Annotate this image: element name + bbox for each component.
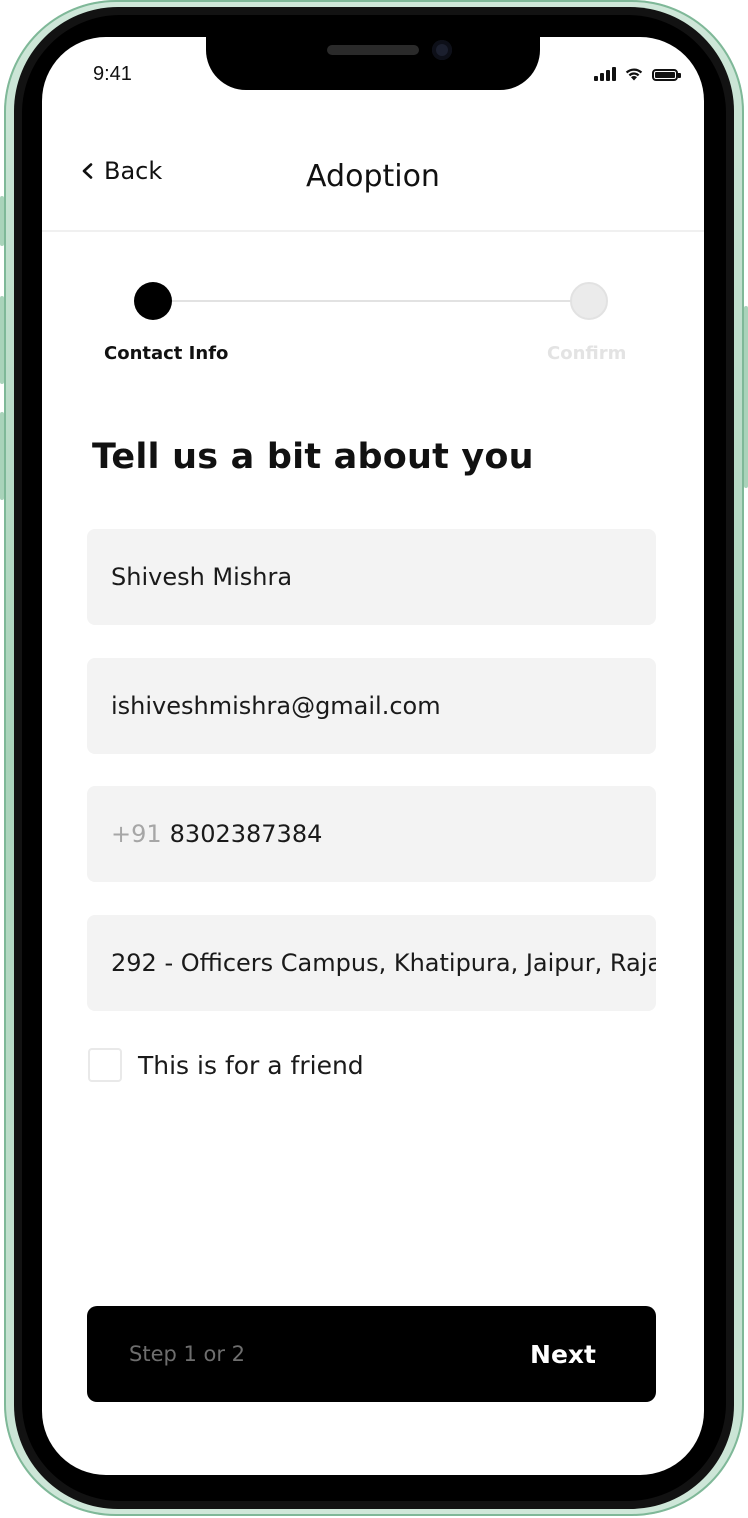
email-field[interactable]: ishiveshmishra@gmail.com bbox=[87, 658, 656, 754]
step-contact-info-label: Contact Info bbox=[104, 343, 229, 364]
cellular-signal-icon bbox=[594, 65, 616, 81]
notch bbox=[206, 37, 540, 90]
status-icons bbox=[594, 65, 681, 81]
step-confirm-indicator bbox=[570, 282, 608, 320]
phone-power-button bbox=[744, 306, 748, 488]
speaker-grille bbox=[327, 45, 419, 55]
stepper-track bbox=[172, 300, 584, 302]
next-button[interactable]: Step 1 or 2 Next bbox=[87, 1306, 656, 1402]
nav-divider bbox=[42, 230, 704, 232]
step-progress-text: Step 1 or 2 bbox=[129, 1342, 246, 1366]
address-value: 292 - Officers Campus, Khatipura, Jaipur… bbox=[111, 949, 656, 977]
battery-icon bbox=[652, 69, 681, 81]
step-confirm-label: Confirm bbox=[547, 343, 627, 364]
friend-checkbox-row[interactable]: This is for a friend bbox=[88, 1048, 364, 1082]
next-label: Next bbox=[530, 1339, 596, 1369]
phone-screen: 9:41 Back Adoption Contact Info Confirm … bbox=[42, 37, 704, 1475]
form-heading: Tell us a bit about you bbox=[92, 437, 534, 477]
friend-checkbox[interactable] bbox=[88, 1048, 122, 1082]
step-contact-info-indicator bbox=[134, 282, 172, 320]
friend-checkbox-label: This is for a friend bbox=[138, 1050, 364, 1080]
name-value: Shivesh Mishra bbox=[111, 563, 293, 591]
phone-field[interactable]: +91 8302387384 bbox=[87, 786, 656, 882]
country-code-prefix: +91 bbox=[111, 820, 162, 848]
name-field[interactable]: Shivesh Mishra bbox=[87, 529, 656, 625]
page-title: Adoption bbox=[306, 159, 440, 194]
front-camera bbox=[432, 40, 452, 60]
status-time: 9:41 bbox=[93, 63, 132, 85]
address-field[interactable]: 292 - Officers Campus, Khatipura, Jaipur… bbox=[87, 915, 656, 1011]
phone-value: 8302387384 bbox=[169, 820, 323, 848]
wifi-icon bbox=[625, 68, 643, 81]
email-value: ishiveshmishra@gmail.com bbox=[111, 692, 441, 720]
